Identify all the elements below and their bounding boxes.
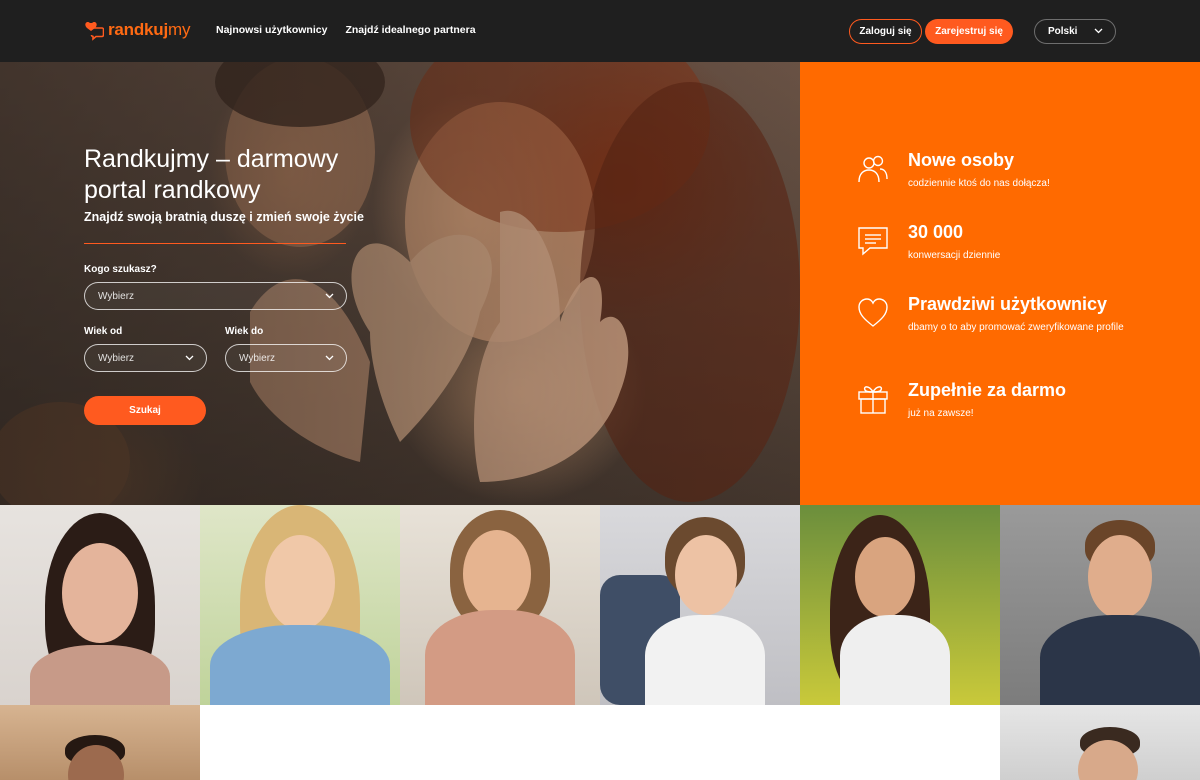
profile-photo[interactable] [600, 505, 800, 705]
profile-photo[interactable] [800, 505, 1000, 705]
profile-photo[interactable] [1000, 505, 1200, 705]
top-navigation-bar: randkujmy Najnowsi użytkownicy Znajdź id… [0, 0, 1200, 62]
site-logo[interactable]: randkujmy [84, 19, 190, 41]
feature-title: 30 000 [908, 222, 964, 242]
people-icon [858, 155, 888, 183]
language-select[interactable]: Polski [1034, 19, 1116, 44]
profile-photo[interactable] [0, 705, 200, 780]
nav-newest-users[interactable]: Najnowsi użytkownicy [216, 24, 327, 36]
who-select[interactable]: Wybierz [84, 282, 347, 310]
logo-text: randkujmy [108, 20, 191, 39]
main-nav: Najnowsi użytkownicy Znajdź idealnego pa… [216, 24, 476, 36]
who-select-value: Wybierz [98, 290, 135, 302]
heart-chat-logo-icon [85, 21, 104, 41]
heart-icon [858, 298, 888, 327]
chat-icon [858, 227, 888, 256]
feature-desc: już na zawsze! [908, 408, 974, 419]
chevron-down-icon [1094, 28, 1103, 34]
nav-find-partner[interactable]: Znajdź idealnego partnera [345, 24, 475, 36]
feature-desc: konwersacji dziennie [908, 250, 1001, 261]
chevron-down-icon [325, 293, 334, 299]
age-to-value: Wybierz [239, 352, 276, 364]
language-value: Polski [1048, 26, 1078, 37]
search-button[interactable]: Szukaj [84, 396, 206, 425]
chevron-down-icon [325, 355, 334, 361]
feature-desc: codziennie ktoś do nas dołącza! [908, 178, 1050, 189]
feature-title: Prawdziwi użytkownicy [908, 294, 1108, 314]
chevron-down-icon [185, 355, 194, 361]
age-to-label: Wiek do [225, 326, 264, 337]
hero-divider [84, 243, 346, 244]
feature-title: Nowe osoby [908, 150, 1015, 170]
profile-photo[interactable] [400, 505, 600, 705]
features-panel: Nowe osoby codziennie ktoś do nas dołącz… [800, 62, 1200, 505]
hero-title: Randkujmy – darmowy portal randkowy [84, 145, 339, 204]
age-from-label: Wiek od [84, 326, 123, 337]
profile-photo[interactable] [0, 505, 200, 705]
age-to-select[interactable]: Wybierz [225, 344, 347, 372]
feature-desc: dbamy o to aby promować zweryfikowane pr… [908, 322, 1124, 333]
hero-subtitle: Znajdź swoją bratnią duszę i zmień swoje… [84, 210, 364, 224]
hero-section: Randkujmy – darmowy portal randkowy Znaj… [0, 62, 800, 505]
who-label: Kogo szukasz? [84, 264, 157, 275]
register-button[interactable]: Zarejestruj się [925, 19, 1013, 44]
login-button[interactable]: Zaloguj się [849, 19, 922, 44]
gift-icon [858, 386, 888, 414]
feature-title: Zupełnie za darmo [908, 380, 1067, 400]
age-from-select[interactable]: Wybierz [84, 344, 207, 372]
age-from-value: Wybierz [98, 352, 135, 364]
profile-photo[interactable] [200, 505, 400, 705]
profile-photo[interactable] [1000, 705, 1200, 780]
grid-empty-area [200, 705, 1000, 780]
